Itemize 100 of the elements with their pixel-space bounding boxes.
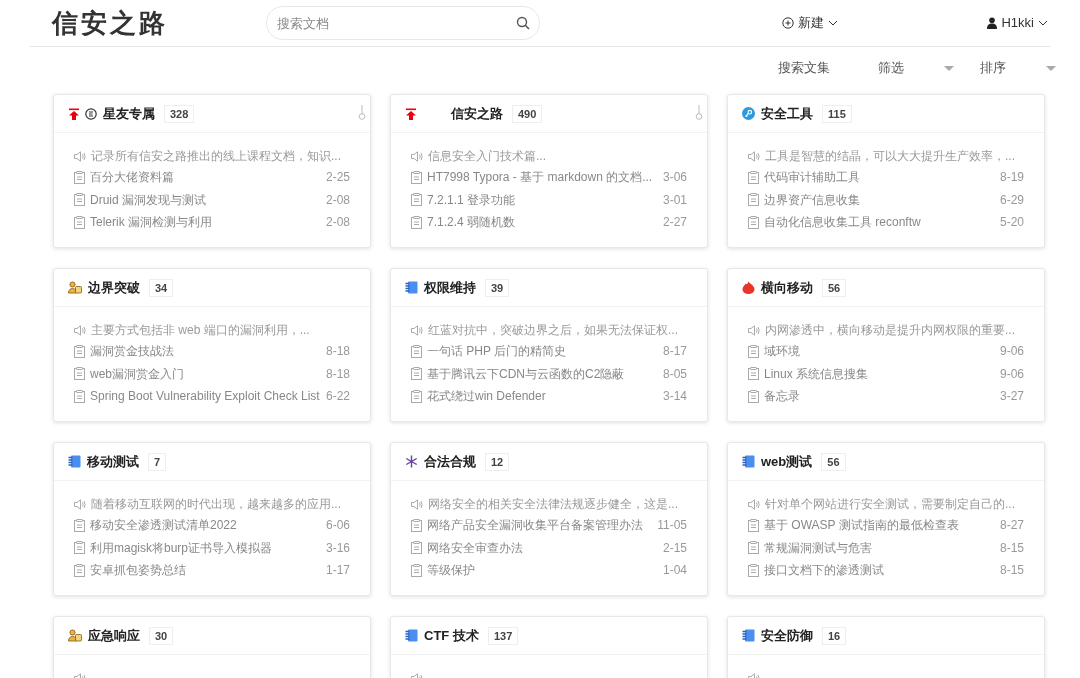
document-count: 30 <box>149 626 174 645</box>
document-link[interactable]: 花式绕过win Defender <box>427 387 546 406</box>
caret-icon <box>1046 65 1056 71</box>
speaker-icon <box>411 498 423 510</box>
collection-card[interactable]: 应急响应 30 <box>53 616 371 678</box>
thermometer-icon <box>358 104 366 120</box>
people-icon <box>68 629 82 642</box>
document-link[interactable]: 代码审计辅助工具 <box>764 168 860 187</box>
document-link[interactable]: Telerik 漏洞检测与利用 <box>90 213 212 232</box>
collection-title[interactable]: web测试 <box>761 451 813 472</box>
search-icon[interactable] <box>516 16 530 30</box>
people-icon <box>68 281 82 294</box>
collection-card[interactable]: CTF 技术 137 <box>390 616 708 678</box>
chevron-down-icon <box>828 20 838 26</box>
collection-title[interactable]: 横向移动 <box>761 277 813 298</box>
document-link[interactable]: 7.1.2.4 弱随机数 <box>427 213 516 232</box>
document-link[interactable]: 等级保护 <box>427 561 475 580</box>
plus-circle-icon <box>782 17 794 29</box>
document-link[interactable]: web漏洞赏金入门 <box>90 364 184 383</box>
document-date: 3-06 <box>662 169 687 187</box>
search-field[interactable]: 搜索文档 <box>266 6 540 40</box>
caret-icon <box>944 65 954 71</box>
document-icon <box>74 563 85 577</box>
new-button[interactable]: 新建 <box>782 13 838 33</box>
collection-title[interactable]: CTF 技术 <box>424 625 479 646</box>
document-count: 56 <box>822 278 847 297</box>
document-link[interactable]: 常规漏洞测试与危害 <box>764 538 872 557</box>
collection-card[interactable]: web测试 56 针对单个网站进行安全测试，需要制定自己的... 基于 OWASP 测试指南的最低检查表 8-27 常规漏洞测试与危害 8-15 接口文档下的渗透测试 8-15 <box>727 442 1045 596</box>
collection-card[interactable]: 星友专属 328 记录所有信安之路推出的线上课程文档，知识... 百分大佬资料篇 2-25 Druid 漏洞发现与测试 2-08 Telerik 漏洞检测与利用 2-08 <box>53 94 371 248</box>
document-link[interactable]: 域环境 <box>764 342 800 361</box>
document-link[interactable]: Druid 漏洞发现与测试 <box>90 190 206 209</box>
document-date: 9-06 <box>999 343 1024 361</box>
document-icon <box>411 367 422 381</box>
document-link[interactable]: 网络产品安全漏洞收集平台备案管理办法 <box>427 516 643 535</box>
document-count: 328 <box>164 104 195 123</box>
document-date: 8-19 <box>999 169 1024 187</box>
notebook-icon <box>68 455 81 468</box>
document-link[interactable]: HT7998 Typora - 基于 markdown 的文档... <box>427 168 653 187</box>
document-date: 3-01 <box>662 191 687 209</box>
document-link[interactable]: 安卓抓包姿势总结 <box>90 561 186 580</box>
document-link[interactable]: 漏洞赏金技战法 <box>90 342 174 361</box>
document-count: 115 <box>822 104 852 123</box>
document-icon <box>74 367 85 381</box>
sort-dropdown[interactable]: 排序 <box>980 58 1056 78</box>
collection-card[interactable]: 边界突破 34 主要方式包括非 web 端口的漏洞利用，... 漏洞赏金技战法 8-18 web漏洞赏金入门 8-18 Spring Boot Vulnerability Exploit Check List 6-22 <box>53 268 371 422</box>
user-menu[interactable]: H1kki <box>987 13 1048 33</box>
flame-icon <box>742 281 755 294</box>
collection-card[interactable]: 安全工具 115 工具是智慧的结晶，可以大大提升生产效率，... 代码审计辅助工具 8-19 边界资产信息收集 6-29 自动化信息收集工具 reconftw 5-20 <box>727 94 1045 248</box>
document-link[interactable]: 7.2.1.1 登录功能 <box>427 190 516 209</box>
collection-description: 工具是智慧的结晶，可以大大提升生产效率，... <box>765 148 1015 165</box>
collection-title[interactable]: 应急响应 <box>88 625 140 646</box>
document-link[interactable]: 接口文档下的渗透测试 <box>764 561 884 580</box>
collection-card[interactable]: 信安之路 490 信息安全入门技术篇... HT7998 Typora - 基于 markdown 的文档... 3-06 7.2.1.1 登录功能 3-01 7.1.2.4 弱随机数 2-27 <box>390 94 708 248</box>
document-icon <box>74 389 85 403</box>
document-link[interactable]: 基于 OWASP 测试指南的最低检查表 <box>764 516 959 535</box>
speaker-icon <box>74 498 86 510</box>
document-icon <box>74 193 85 207</box>
document-link[interactable]: Linux 系统信息搜集 <box>764 364 869 383</box>
document-link[interactable]: Spring Boot Vulnerability Exploit Check List <box>90 387 320 406</box>
document-icon <box>748 563 759 577</box>
collection-title[interactable]: 边界突破 <box>88 277 140 298</box>
collection-title[interactable]: 移动测试 <box>87 451 139 472</box>
collection-title[interactable]: 星友专属 <box>103 103 155 124</box>
collection-card[interactable]: 横向移动 56 内网渗透中，横向移动是提升内网权限的重要... 域环境 9-06 Linux 系统信息搜集 9-06 备忘录 3-27 <box>727 268 1045 422</box>
document-link[interactable]: 一句话 PHP 后门的精简史 <box>427 342 567 361</box>
document-icon <box>411 541 422 555</box>
document-date: 1-17 <box>325 562 350 580</box>
document-link[interactable]: 备忘录 <box>764 387 800 406</box>
speaker-icon <box>411 150 423 162</box>
document-date: 9-06 <box>999 365 1024 383</box>
document-date: 2-15 <box>662 539 687 557</box>
document-link[interactable]: 百分大佬资料篇 <box>90 168 174 187</box>
document-link[interactable]: 利用magisk将burp证书导入模拟器 <box>90 538 273 557</box>
collection-title[interactable]: 安全防御 <box>761 625 813 646</box>
collection-card[interactable]: 移动测试 7 随着移动互联网的时代出现，越来越多的应用... 移动安全渗透测试清单2022 6-06 利用magisk将burp证书导入模拟器 3-16 安卓抓包姿势总结 1-17 <box>53 442 371 596</box>
site-logo[interactable]: 信安之路 <box>52 3 266 43</box>
collection-card[interactable]: 权限维持 39 红蓝对抗中，突破边界之后，如果无法保证权... 一句话 PHP 后门的精简史 8-17 基于腾讯云下CDN与云函数的C2隐蔽 8-05 花式绕过win Defender 3-14 <box>390 268 708 422</box>
document-link[interactable]: 基于腾讯云下CDN与云函数的C2隐蔽 <box>427 364 625 383</box>
collection-title[interactable]: 权限维持 <box>424 277 476 298</box>
document-date: 8-05 <box>662 365 687 383</box>
search-books-button[interactable]: 搜索文集 <box>778 58 830 78</box>
speaker-icon <box>74 150 86 162</box>
document-date: 3-27 <box>999 388 1024 406</box>
document-count: 7 <box>148 452 167 471</box>
collection-title[interactable]: 信安之路 <box>451 103 503 124</box>
collection-title[interactable]: 合法合规 <box>424 451 476 472</box>
document-count: 34 <box>149 278 174 297</box>
collection-title[interactable]: 安全工具 <box>761 103 813 124</box>
document-date: 8-18 <box>325 365 350 383</box>
document-link[interactable]: 自动化信息收集工具 reconftw <box>764 213 921 232</box>
document-date: 8-15 <box>999 539 1024 557</box>
speaker-icon <box>748 498 760 510</box>
document-link[interactable]: 网络安全审查办法 <box>427 538 523 557</box>
document-link[interactable]: 边界资产信息收集 <box>764 190 860 209</box>
collection-description: 针对单个网站进行安全测试，需要制定自己的... <box>765 496 1015 513</box>
collection-card[interactable]: 合法合规 12 网络安全的相关安全法律法规逐步健全，这是... 网络产品安全漏洞收集平台备案管理办法 11-05 网络安全审查办法 2-15 等级保护 1-04 <box>390 442 708 596</box>
collection-card[interactable]: 安全防御 16 <box>727 616 1045 678</box>
document-link[interactable]: 移动安全渗透测试清单2022 <box>90 516 237 535</box>
document-icon <box>411 193 422 207</box>
filter-dropdown[interactable]: 筛选 <box>878 58 954 78</box>
